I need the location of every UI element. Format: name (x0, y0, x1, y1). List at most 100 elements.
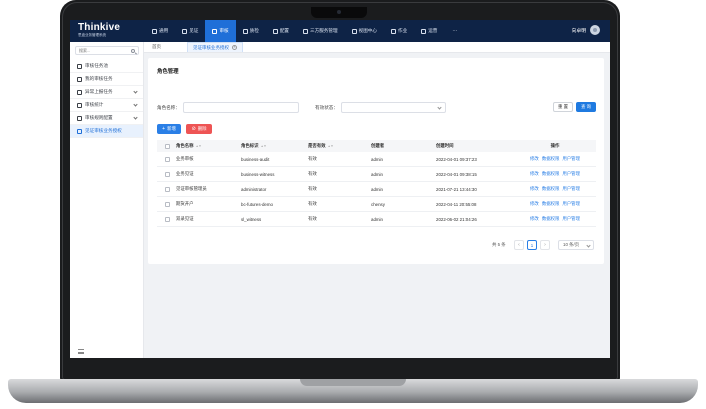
cell-creator: admin (371, 186, 383, 192)
cell-created-time: 2021-07-21 13:44:30 (436, 186, 477, 192)
edit-link[interactable]: 修改 (530, 156, 539, 162)
edit-link[interactable]: 修改 (530, 201, 539, 207)
cell-creator: admin (371, 156, 383, 162)
page-number-button[interactable]: 1 (527, 240, 537, 250)
sidebar-item-witness-auth[interactable]: 见证审核业务授权 (70, 125, 143, 138)
column-header-ops: 操作 (550, 143, 560, 148)
cell-role-id: business-witness (241, 171, 275, 177)
nav-item-quality[interactable]: 质检 (236, 20, 266, 42)
data-permission-link[interactable]: 数据权限 (542, 216, 560, 222)
prev-page-button[interactable]: ‹ (514, 240, 524, 250)
nav-item-jobs[interactable]: 作业 (384, 20, 414, 42)
row-checkbox[interactable] (165, 216, 170, 222)
cell-role-name: 见证审核管理员 (176, 186, 207, 191)
next-page-button[interactable]: › (540, 240, 550, 250)
nav-item-operations[interactable]: 运营 (414, 20, 444, 42)
close-icon[interactable]: × (232, 45, 237, 50)
row-select-cell (157, 186, 176, 192)
role-name-label: 角色名称： (157, 105, 180, 110)
sidebar-search-input[interactable] (79, 48, 131, 53)
nav-more-button[interactable]: ··· (444, 20, 465, 42)
sidebar-item-my-audit-tasks[interactable]: 我的审核任务 (70, 73, 143, 86)
status-select[interactable] (341, 102, 446, 113)
select-all-checkbox[interactable] (165, 143, 170, 149)
device-mockup: Thinkive 思迪业务管理系统 通用 见证 审核 质检 配置 三方服务管理 … (0, 0, 706, 409)
sidebar-item-audit-pool[interactable]: 审核任务池 (70, 60, 143, 73)
sidebar-item-audit-stats[interactable]: 审核统计 (70, 99, 143, 112)
user-menu[interactable]: 向卓明 (572, 25, 600, 35)
menu-icon (77, 102, 82, 108)
row-checkbox[interactable] (165, 186, 170, 192)
sort-icon[interactable]: ▲▼ (328, 144, 334, 148)
nav-item-view-center[interactable]: 视图中心 (345, 20, 384, 42)
nav-item-third-party[interactable]: 三方服务管理 (296, 20, 345, 42)
role-name-input[interactable] (183, 102, 299, 113)
sidebar-item-label: 审核规则配置 (85, 115, 113, 120)
user-management-link[interactable]: 用户管理 (562, 186, 580, 192)
brand-logo[interactable]: Thinkive 思迪业务管理系统 (70, 20, 145, 42)
page-size-select[interactable]: 10 条/页 (558, 240, 594, 250)
chevron-down-icon (586, 242, 591, 248)
nav-item-label: 配置 (279, 28, 290, 33)
module-icon (272, 28, 278, 34)
sidebar-item-audit-rules[interactable]: 审核规则配置 (70, 112, 143, 125)
module-icon (421, 28, 427, 34)
plus-icon: + (162, 125, 166, 132)
column-header-name[interactable]: 角色名称 ▲▼ (176, 143, 241, 149)
nav-item-audit[interactable]: 审核 (205, 20, 236, 42)
edit-link[interactable]: 修改 (530, 216, 539, 222)
search-icon[interactable] (131, 48, 135, 53)
nav-item-label: 质检 (249, 28, 259, 33)
collapse-menu-icon[interactable] (78, 349, 84, 354)
chevron-down-icon (133, 115, 138, 120)
table-row: 双录见证 sl_witness 有效 admin 2022-06-02 21:0… (157, 212, 596, 227)
cell-role-name: 业务见证 (176, 171, 194, 176)
user-management-link[interactable]: 用户管理 (562, 201, 580, 207)
edit-link[interactable]: 修改 (530, 186, 539, 192)
nav-item-witness[interactable]: 见证 (175, 20, 205, 42)
column-title: 是否有效 (308, 143, 326, 148)
nav-item-label: 运营 (428, 28, 438, 33)
sidebar-item-label: 我的审核任务 (85, 76, 113, 81)
sort-icon[interactable]: ▲▼ (196, 144, 202, 148)
data-permission-link[interactable]: 数据权限 (542, 156, 560, 162)
module-icon (152, 28, 157, 34)
tab-home[interactable]: 首页 (144, 42, 169, 52)
data-permission-link[interactable]: 数据权限 (542, 171, 560, 177)
edit-link[interactable]: 修改 (530, 171, 539, 177)
user-management-link[interactable]: 用户管理 (562, 171, 580, 177)
data-permission-link[interactable]: 数据权限 (542, 186, 560, 192)
app-screen: Thinkive 思迪业务管理系统 通用 见证 审核 质检 配置 三方服务管理 … (70, 20, 610, 358)
sidebar-item-label: 见证审核业务授权 (85, 128, 122, 133)
pagination: ‹ 1 › (514, 240, 550, 250)
sort-icon[interactable]: ▲▼ (261, 144, 267, 148)
cell-operations: 修改 数据权限 用户管理 (514, 201, 596, 207)
column-title: 角色标识 (241, 143, 259, 148)
row-checkbox[interactable] (165, 171, 170, 177)
data-permission-link[interactable]: 数据权限 (542, 201, 560, 207)
nav-item-config[interactable]: 配置 (266, 20, 296, 42)
avatar[interactable] (590, 25, 600, 35)
sidebar-item-exception-reports[interactable]: 异常上报任务 (70, 86, 143, 99)
sidebar-item-label: 审核统计 (85, 102, 104, 107)
cell-valid: 有效 (308, 216, 317, 221)
delete-button[interactable]: ⊘ 删除 (186, 124, 212, 134)
cell-valid: 有效 (308, 171, 317, 176)
menu-icon (77, 63, 82, 69)
reset-button[interactable]: 重 置 (553, 102, 573, 112)
tab-current[interactable]: 见证审核业务授权 × (187, 42, 243, 52)
cell-role-id: bc-futures-demo (241, 201, 273, 207)
row-select-cell (157, 156, 176, 162)
user-management-link[interactable]: 用户管理 (562, 216, 580, 222)
user-name: 向卓明 (571, 28, 586, 34)
column-header-valid[interactable]: 是否有效 ▲▼ (308, 143, 371, 149)
column-header-creator: 创建者 (371, 143, 385, 148)
nav-item-general[interactable]: 通用 (145, 20, 175, 42)
cell-created-time: 2022-04-11 20:55:08 (436, 201, 477, 207)
row-checkbox[interactable] (165, 201, 170, 207)
column-header-id[interactable]: 角色标识 ▲▼ (241, 143, 308, 149)
row-checkbox[interactable] (165, 156, 170, 162)
add-button[interactable]: + 新增 (157, 124, 181, 134)
user-management-link[interactable]: 用户管理 (562, 156, 580, 162)
search-button[interactable]: 查 询 (576, 102, 596, 112)
